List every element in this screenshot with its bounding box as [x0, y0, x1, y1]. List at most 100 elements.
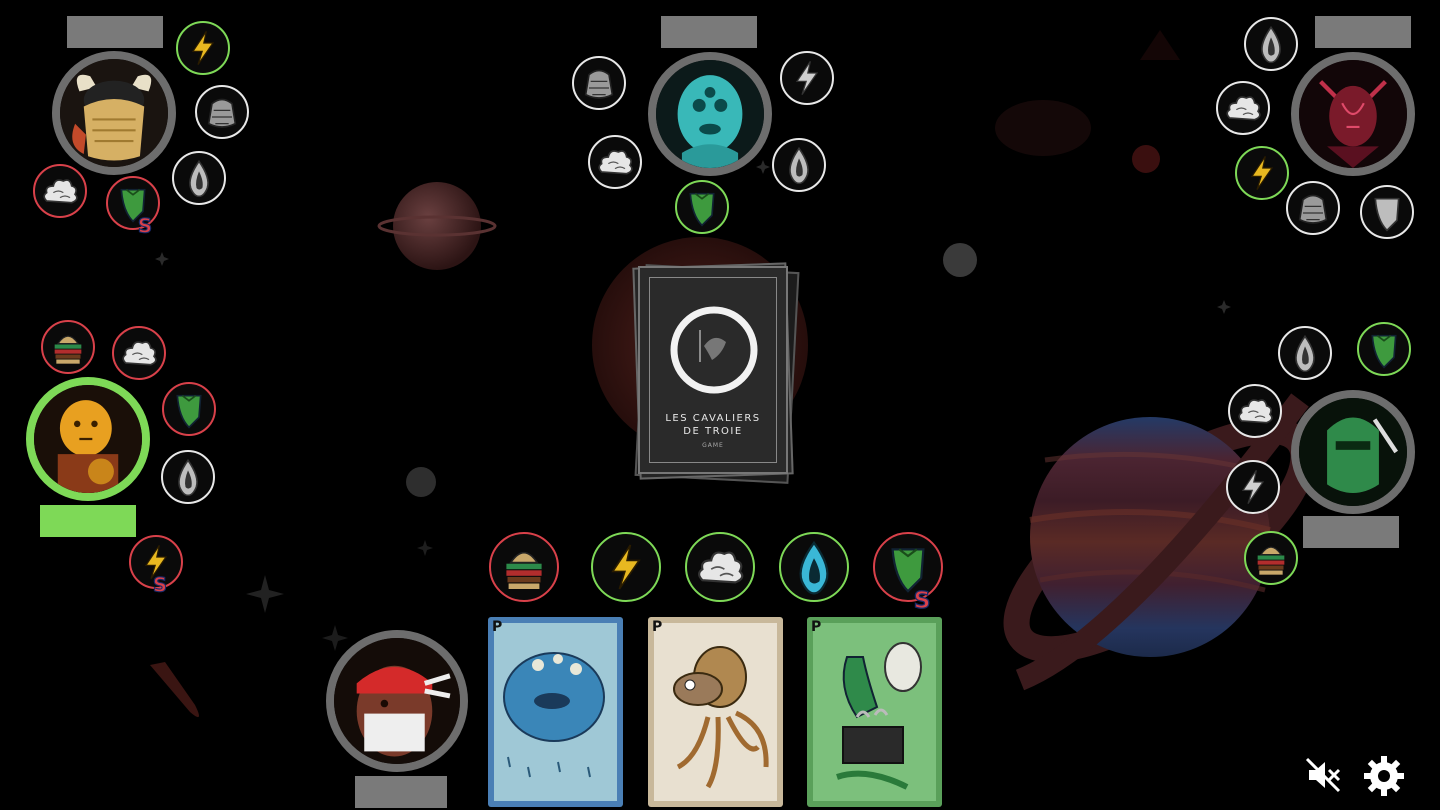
player-avatar-mid-left[interactable] — [26, 377, 150, 501]
cloud-token[interactable] — [112, 326, 166, 380]
lightning-icon — [782, 53, 832, 103]
water-token[interactable] — [1278, 326, 1332, 380]
cloud-token[interactable] — [685, 532, 755, 602]
cloud-icon — [590, 137, 640, 187]
ringed-planet — [393, 182, 481, 270]
lightning-token[interactable] — [591, 532, 661, 602]
star — [1217, 300, 1231, 314]
lightning-icon — [1237, 148, 1287, 198]
viking-portrait — [60, 59, 168, 167]
deck-title: LES CAVALIERS DE TROIE — [665, 413, 761, 437]
water-token[interactable] — [772, 138, 826, 192]
water-token[interactable] — [161, 450, 215, 504]
player-avatar-top-center[interactable] — [648, 52, 772, 176]
lightning-token[interactable] — [1226, 460, 1280, 514]
shield-token[interactable] — [1357, 322, 1411, 376]
hand-card-lizard[interactable]: P — [807, 617, 942, 807]
settings-button[interactable] — [1362, 754, 1406, 798]
rock-icon — [197, 87, 247, 137]
lightning-token[interactable] — [780, 51, 834, 105]
card-corner-letter: P — [811, 619, 822, 635]
shield-token-special[interactable] — [106, 176, 160, 230]
cloud-token[interactable] — [588, 135, 642, 189]
special-s-icon — [909, 586, 935, 612]
player-name-top-center — [661, 16, 757, 48]
shield-token[interactable] — [162, 382, 216, 436]
water-drop-icon — [174, 153, 224, 203]
water-token[interactable] — [172, 151, 226, 205]
draw-deck[interactable]: LES CAVALIERS DE TROIE GAME — [632, 262, 800, 484]
star — [322, 625, 348, 651]
player-name-top-right — [1315, 16, 1411, 48]
lightning-token[interactable] — [176, 21, 230, 75]
cyan-alien-portrait — [656, 60, 764, 168]
cloud-token[interactable] — [1216, 81, 1270, 135]
golden-robot-portrait — [34, 385, 142, 493]
mute-button[interactable] — [1303, 755, 1343, 795]
lightning-icon — [1228, 462, 1278, 512]
player-avatar-top-right[interactable] — [1291, 52, 1415, 176]
shield-icon — [677, 182, 727, 232]
star — [417, 540, 433, 556]
water-drop-icon — [1246, 19, 1296, 69]
pufferfish-art — [494, 623, 617, 801]
rock-token[interactable] — [1286, 181, 1340, 235]
player-avatar-mid-right[interactable] — [1291, 390, 1415, 514]
cloud-token[interactable] — [33, 164, 87, 218]
rock-token[interactable] — [572, 56, 626, 110]
grey-moon — [943, 243, 977, 277]
gear-icon — [1364, 756, 1404, 796]
card-corner-letter: P — [652, 619, 663, 635]
hand-card-octopus[interactable]: P — [648, 617, 783, 807]
lightning-icon — [593, 534, 659, 600]
lightning-icon — [178, 23, 228, 73]
player-name-top-left — [67, 16, 163, 48]
red-demon-portrait — [1299, 60, 1407, 168]
burger-token[interactable] — [489, 532, 559, 602]
cloud-icon — [1230, 386, 1280, 436]
special-s-icon — [134, 214, 156, 236]
player-name-mid-left — [40, 505, 136, 537]
water-token[interactable] — [1244, 17, 1298, 71]
deck-top-card: LES CAVALIERS DE TROIE GAME — [638, 266, 788, 474]
faint-nebula — [995, 100, 1091, 156]
player-avatar-top-left[interactable] — [52, 51, 176, 175]
burger-icon — [43, 322, 93, 372]
player-name-mid-right — [1303, 516, 1399, 548]
small-moon — [406, 467, 436, 497]
shield-icon — [164, 384, 214, 434]
game-board: S — [0, 0, 1440, 810]
burger-token[interactable] — [41, 320, 95, 374]
water-token[interactable] — [779, 532, 849, 602]
shield-token[interactable] — [1360, 185, 1414, 239]
rock-icon — [1288, 183, 1338, 233]
shield-token-special[interactable] — [873, 532, 943, 602]
lightning-token-special[interactable] — [129, 535, 183, 589]
shield-icon — [1359, 324, 1409, 374]
star — [756, 160, 770, 174]
special-s-icon — [149, 573, 171, 595]
deck-emblem-icon — [670, 306, 758, 394]
rock-icon — [574, 58, 624, 108]
water-drop-icon — [781, 534, 847, 600]
cloud-icon — [687, 534, 753, 600]
cloud-icon — [1218, 83, 1268, 133]
burger-token[interactable] — [1244, 531, 1298, 585]
lightning-token[interactable] — [1235, 146, 1289, 200]
water-drop-icon — [1280, 328, 1330, 378]
faint-shape — [1140, 30, 1180, 60]
comet — [150, 662, 199, 718]
player-avatar-bottom[interactable] — [326, 630, 468, 772]
red-dot-planet — [1132, 145, 1160, 173]
water-drop-icon — [774, 140, 824, 190]
cloud-token[interactable] — [1228, 384, 1282, 438]
shield-token[interactable] — [675, 180, 729, 234]
cloud-icon — [35, 166, 85, 216]
rock-token[interactable] — [195, 85, 249, 139]
star — [155, 252, 169, 266]
burger-icon — [491, 534, 557, 600]
ninja-portrait — [334, 638, 460, 764]
burger-icon — [1246, 533, 1296, 583]
hand-card-pufferfish[interactable]: P — [488, 617, 623, 807]
star — [246, 575, 284, 613]
